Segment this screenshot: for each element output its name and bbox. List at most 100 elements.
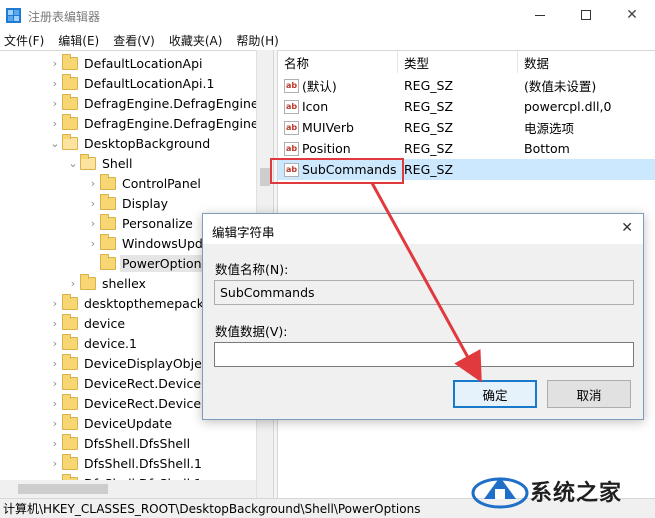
tree-item[interactable]: › DfsShell.DfsShell xyxy=(48,433,192,453)
chevron-right-icon[interactable]: › xyxy=(48,377,62,390)
highlight-box xyxy=(270,158,404,184)
tree-item-label: DfsShell.DfsShell.1 xyxy=(84,455,202,471)
menu-help[interactable]: 帮助(H) xyxy=(236,32,278,49)
site-logo-icon xyxy=(471,477,529,509)
maximize-button[interactable] xyxy=(563,0,609,30)
chevron-right-icon[interactable]: › xyxy=(48,97,62,110)
value-data: (数值未设置) xyxy=(524,79,597,94)
menu-file[interactable]: 文件(F) xyxy=(4,32,44,49)
tree-item-label: DfsShell.DfsShell xyxy=(84,435,191,451)
value-data-input[interactable] xyxy=(214,342,634,367)
watermark: 系统之家 xyxy=(470,464,655,518)
chevron-right-icon[interactable]: › xyxy=(86,237,100,250)
tree-item[interactable]: › WindowsUpda xyxy=(86,233,212,253)
chevron-right-icon[interactable]: › xyxy=(48,417,62,430)
chevron-right-icon[interactable]: › xyxy=(48,117,62,130)
tree-item[interactable]: › DefragEngine.DefragEngine.1 xyxy=(48,113,272,133)
value-row[interactable]: ab Icon REG_SZ powercpl.dll,0 xyxy=(278,96,655,117)
tree-item-label: Display xyxy=(122,195,169,211)
chevron-right-icon[interactable]: › xyxy=(48,397,62,410)
chevron-right-icon[interactable]: › xyxy=(48,337,62,350)
tree-item[interactable]: › Personalize xyxy=(86,213,195,233)
tree-item[interactable]: › DefaultLocationApi xyxy=(48,53,205,73)
tree-horizontal-scrollbar[interactable] xyxy=(0,480,256,498)
tree-item[interactable]: › device.1 xyxy=(48,333,139,353)
value-data: 电源选项 xyxy=(524,121,575,136)
folder-icon xyxy=(62,353,78,370)
tree-item[interactable]: › DefaultLocationApi.1 xyxy=(48,73,216,93)
value-row[interactable]: ab MUIVerb REG_SZ 电源选项 xyxy=(278,117,655,138)
value-name: (默认) xyxy=(302,79,337,94)
tree-item[interactable]: › DefragEngine.DefragEngine xyxy=(48,93,261,113)
menu-edit[interactable]: 编辑(E) xyxy=(58,32,99,49)
tree-item[interactable]: ⌄ Shell xyxy=(66,153,135,173)
column-header-data[interactable]: 数据 xyxy=(518,51,655,73)
tree-item-label: DefaultLocationApi.1 xyxy=(84,75,215,91)
value-data: Bottom xyxy=(524,141,570,156)
tree-item[interactable]: › desktopthemepackfi xyxy=(48,293,214,313)
chevron-right-icon[interactable]: › xyxy=(66,277,80,290)
value-row[interactable]: ab Position REG_SZ Bottom xyxy=(278,138,655,159)
tree-item-label: Shell xyxy=(102,155,133,171)
tree-hscroll-thumb[interactable] xyxy=(18,484,108,494)
value-name-label: 数值名称(N): xyxy=(215,262,289,277)
chevron-right-icon[interactable]: › xyxy=(48,317,62,330)
expand-down-icon[interactable]: ⌄ xyxy=(66,157,80,170)
chevron-right-icon[interactable]: › xyxy=(48,357,62,370)
tree-item[interactable]: › DeviceRect.DeviceRe xyxy=(48,373,219,393)
column-header-name[interactable]: 名称 xyxy=(278,51,398,73)
value-name-cell: ab (默认) xyxy=(284,75,337,96)
menu-favorites[interactable]: 收藏夹(A) xyxy=(169,32,223,49)
tree-item-label: WindowsUpda xyxy=(122,235,211,251)
chevron-right-icon[interactable]: › xyxy=(86,217,100,230)
chevron-right-icon[interactable]: › xyxy=(48,77,62,90)
value-row[interactable]: ab (默认) REG_SZ (数值未设置) xyxy=(278,75,655,96)
chevron-right-icon[interactable]: › xyxy=(48,457,62,470)
expand-down-icon[interactable]: ⌄ xyxy=(48,137,62,150)
title-bar: 注册表编辑器 ✕ xyxy=(0,0,655,30)
dialog-close-icon[interactable]: ✕ xyxy=(621,220,633,236)
tree-item[interactable]: ⌄ DesktopBackground xyxy=(48,133,212,153)
value-name: Position xyxy=(302,141,351,156)
folder-icon xyxy=(80,153,96,170)
tree-item[interactable]: PowerOptions xyxy=(86,253,211,273)
value-type: REG_SZ xyxy=(404,162,454,177)
tree-item-label: DeviceRect.DeviceRe xyxy=(84,375,217,391)
tree-scroll-thumb[interactable] xyxy=(260,168,270,186)
chevron-right-icon[interactable]: › xyxy=(86,177,100,190)
folder-icon xyxy=(62,53,78,70)
close-button[interactable]: ✕ xyxy=(609,0,655,30)
tree-item-label: PowerOptions xyxy=(120,254,211,272)
tree-item-label: shellex xyxy=(102,275,146,291)
cancel-button[interactable]: 取消 xyxy=(547,380,631,408)
ok-button[interactable]: 确定 xyxy=(453,380,537,408)
tree-item[interactable]: › DeviceDisplayObject xyxy=(48,353,216,373)
folder-icon xyxy=(62,393,78,410)
chevron-right-icon[interactable]: › xyxy=(48,297,62,310)
column-header-type[interactable]: 类型 xyxy=(398,51,518,73)
folder-icon xyxy=(100,173,116,190)
folder-icon xyxy=(100,193,116,210)
folder-icon xyxy=(62,313,78,330)
tree-item[interactable]: › DfsShell.DfsShell.1 xyxy=(48,453,204,473)
chevron-right-icon[interactable]: › xyxy=(48,437,62,450)
folder-icon xyxy=(62,113,78,130)
tree-item[interactable]: › DeviceUpdate xyxy=(48,413,174,433)
minimize-button[interactable] xyxy=(517,0,563,30)
value-type: REG_SZ xyxy=(404,99,454,114)
chevron-right-icon[interactable]: › xyxy=(86,197,100,210)
tree-item-label: DefragEngine.DefragEngine.1 xyxy=(84,115,271,131)
tree-item[interactable]: › ControlPanel xyxy=(86,173,203,193)
value-name-field: SubCommands xyxy=(214,280,634,305)
folder-icon xyxy=(62,373,78,390)
folder-icon xyxy=(62,413,78,430)
tree-item[interactable]: › shellex xyxy=(66,273,148,293)
tree-item-label: Personalize xyxy=(122,215,193,231)
tree-item[interactable]: › Display xyxy=(86,193,170,213)
chevron-right-icon[interactable]: › xyxy=(48,57,62,70)
tree-item-label: DefaultLocationApi xyxy=(84,55,203,71)
folder-icon xyxy=(80,273,96,290)
menu-view[interactable]: 查看(V) xyxy=(113,32,155,49)
tree-item[interactable]: › DeviceRect.DeviceRe xyxy=(48,393,219,413)
tree-item[interactable]: › device xyxy=(48,313,127,333)
